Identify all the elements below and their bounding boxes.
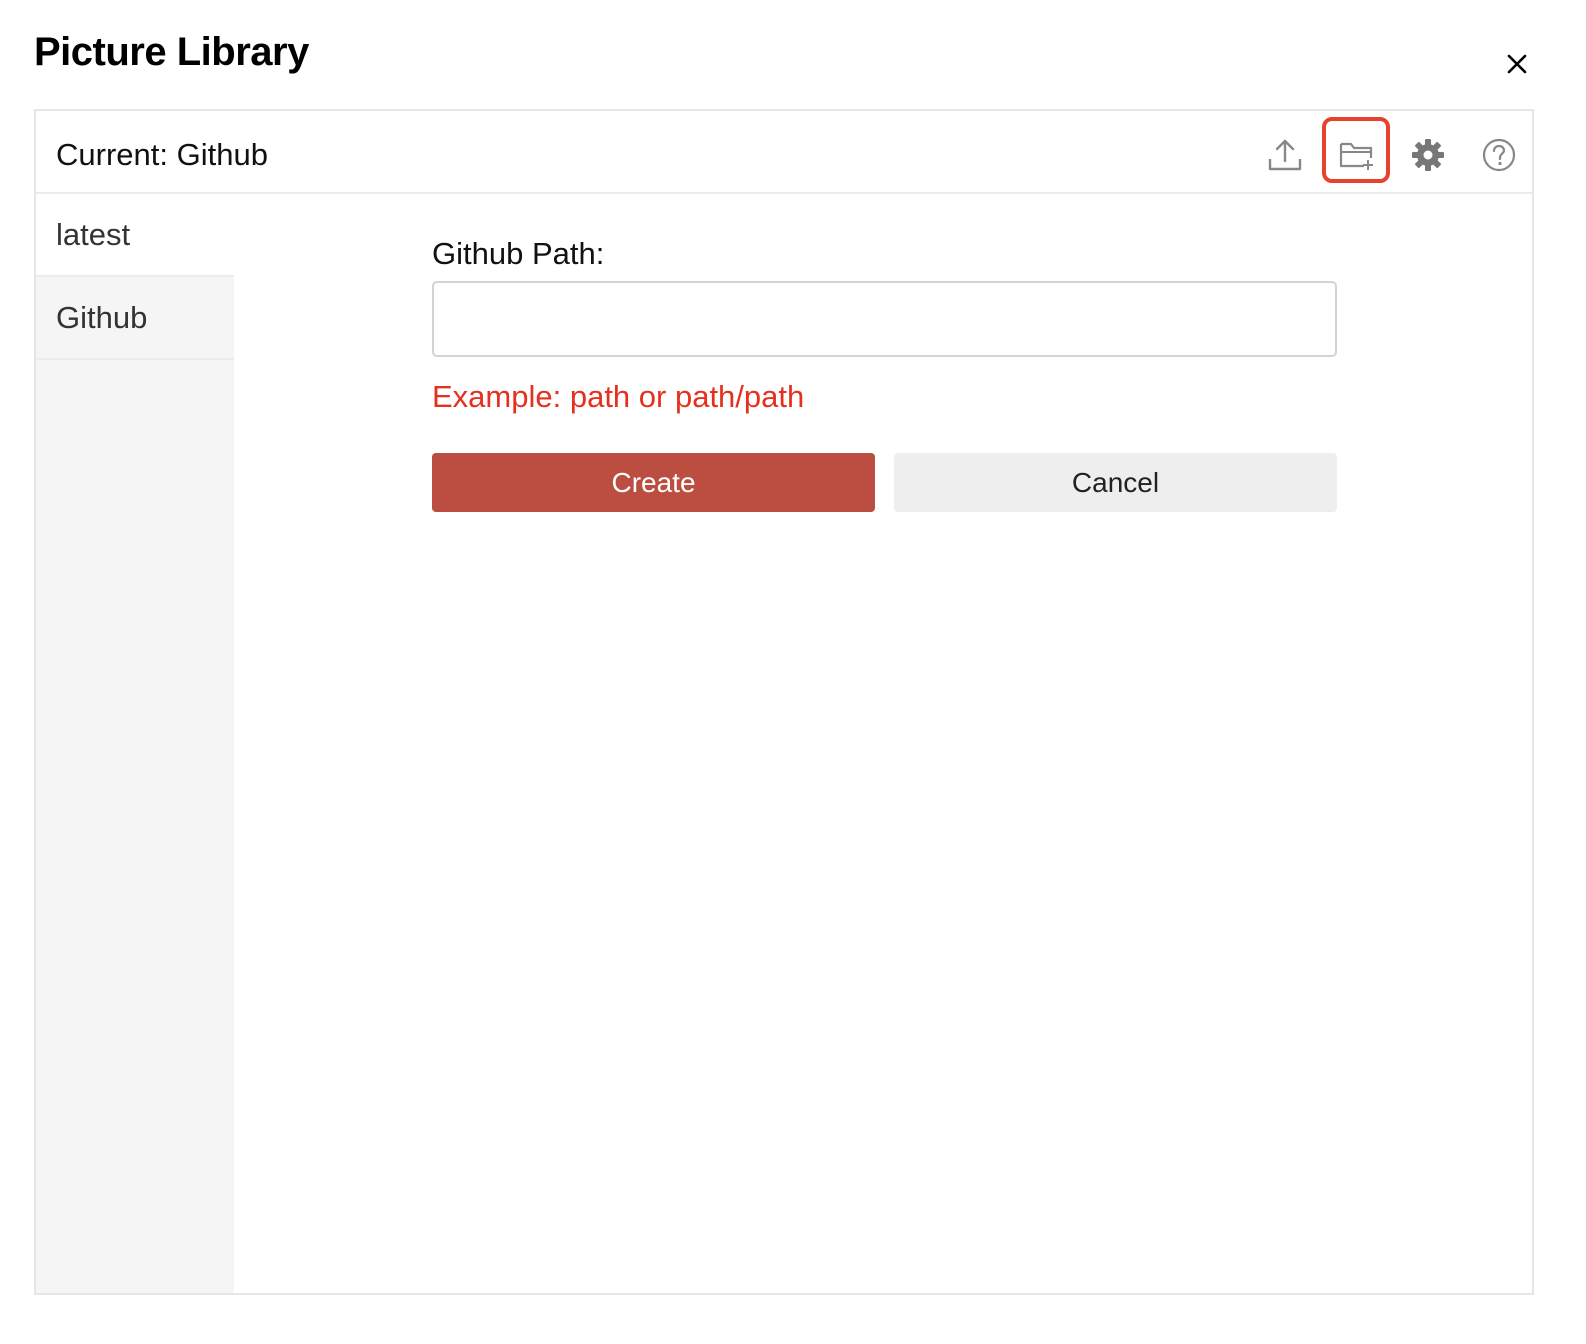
library-sidebar: latest Github (36, 194, 234, 1293)
upload-icon (1268, 139, 1302, 171)
new-folder-button[interactable] (1336, 135, 1376, 175)
sidebar-item-latest[interactable]: latest (36, 194, 234, 277)
upload-button[interactable] (1265, 135, 1305, 175)
github-path-input[interactable] (432, 281, 1337, 357)
settings-button[interactable] (1408, 135, 1448, 175)
new-folder-icon (1339, 142, 1373, 170)
panel-header: Current: Github (36, 111, 1532, 194)
gear-icon (1412, 139, 1444, 171)
cancel-button[interactable]: Cancel (894, 453, 1337, 512)
current-library-label: Current: Github (56, 137, 268, 172)
github-path-label: Github Path: (432, 236, 605, 271)
dialog-title: Picture Library (34, 30, 309, 74)
create-button[interactable]: Create (432, 453, 875, 512)
library-panel: Current: Github latest Github Github Pat… (34, 109, 1534, 1295)
close-icon (1507, 54, 1527, 74)
close-button[interactable] (1500, 47, 1534, 81)
sidebar-item-github[interactable]: Github (36, 277, 234, 360)
path-example-hint: Example: path or path/path (432, 379, 805, 414)
create-folder-form: Github Path: Example: path or path/path … (234, 194, 1532, 1293)
help-icon (1482, 138, 1516, 172)
sidebar-item-label: latest (56, 216, 131, 252)
help-button[interactable] (1479, 135, 1519, 175)
sidebar-item-label: Github (56, 299, 148, 335)
